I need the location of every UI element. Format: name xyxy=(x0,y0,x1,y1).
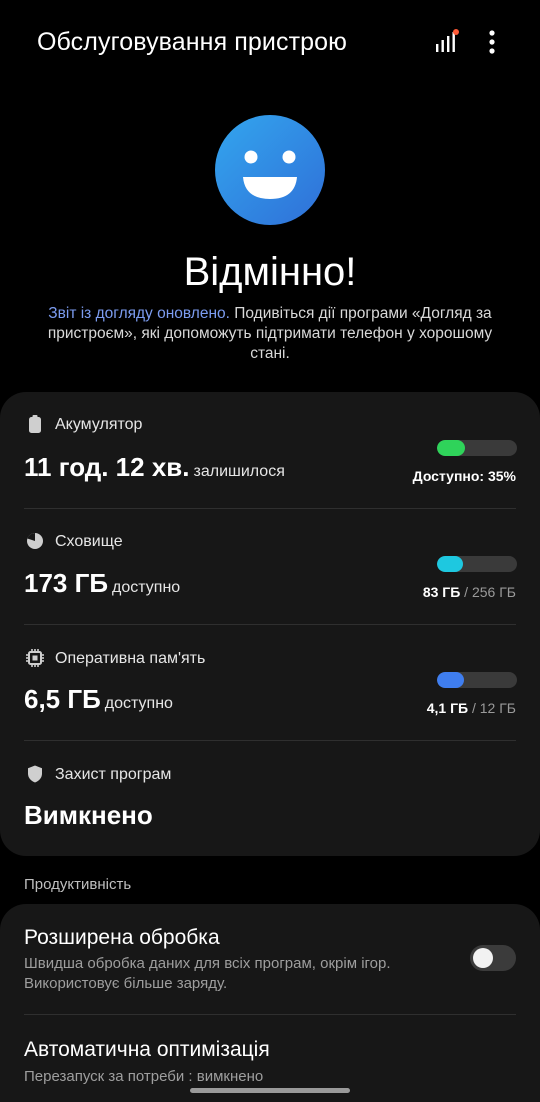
report-text: Звіт із догляду оновлено. Подивіться дії… xyxy=(40,304,500,364)
battery-bar xyxy=(437,440,517,456)
enhanced-processing-subtitle: Швидша обробка даних для всіх програм, о… xyxy=(24,955,391,992)
pie-chart-icon xyxy=(27,533,43,549)
device-care-screen: Обслуговування пристрою Відмінно! Звіт і… xyxy=(0,0,540,1102)
battery-suffix: залишилося xyxy=(193,463,285,480)
stats-button[interactable] xyxy=(426,22,466,62)
storage-free: 173 ГБ xyxy=(24,568,109,598)
memory-meta: 4,1 ГБ / 12 ГБ xyxy=(427,700,516,716)
battery-value: 11 год. 12 хв. залишилося xyxy=(24,452,285,483)
memory-chip-icon xyxy=(26,649,44,667)
stats-bars-icon xyxy=(436,29,459,52)
storage-meta: 83 ГБ / 256 ГБ xyxy=(423,584,516,600)
storage-bar xyxy=(437,556,517,572)
more-options-button[interactable] xyxy=(472,22,512,62)
app-protection-value: Вимкнено xyxy=(24,800,153,830)
more-vertical-icon xyxy=(489,30,495,54)
storage-used: 83 ГБ xyxy=(422,584,461,600)
memory-value: 6,5 ГБ доступно xyxy=(24,684,173,715)
memory-total: 12 ГБ xyxy=(479,700,516,716)
section-header-productivity: Продуктивність xyxy=(24,876,132,893)
enhanced-processing-title: Розширена обробка xyxy=(24,926,220,949)
storage-section[interactable]: Сховище 173 ГБ доступно 83 ГБ / 256 ГБ xyxy=(0,508,540,624)
memory-section[interactable]: Оперативна пам'ять 6,5 ГБ доступно 4,1 ГБ… xyxy=(0,624,540,740)
battery-time: 11 год. 12 хв. xyxy=(24,452,190,482)
storage-total: 256 ГБ xyxy=(471,584,516,600)
auto-optimization-title: Автоматична оптимізація xyxy=(24,1038,270,1061)
storage-label: Сховище xyxy=(55,533,123,550)
battery-meta: Доступно: 35% xyxy=(413,468,516,484)
gesture-navigation-bar[interactable] xyxy=(190,1088,350,1093)
enhanced-processing-item[interactable]: Розширена обробка Швидша обробка даних д… xyxy=(0,904,540,1014)
storage-value: 173 ГБ доступно xyxy=(24,568,180,599)
separator: / xyxy=(468,700,480,716)
app-protection-section[interactable]: Захист програм Вимкнено xyxy=(0,740,540,856)
battery-available: Доступно: 35% xyxy=(412,468,516,484)
storage-bar-fill xyxy=(437,556,463,572)
app-bar: Обслуговування пристрою xyxy=(0,0,540,84)
memory-free: 6,5 ГБ xyxy=(24,684,101,714)
storage-suffix: доступно xyxy=(112,579,181,596)
status-card: Акумулятор 11 год. 12 хв. залишилося Дост… xyxy=(0,392,540,856)
app-protection-label: Захист програм xyxy=(55,766,172,783)
toggle-knob xyxy=(473,948,493,968)
page-title: Обслуговування пристрою xyxy=(37,28,347,56)
enhanced-processing-toggle[interactable] xyxy=(470,945,516,971)
battery-bar-fill xyxy=(437,440,465,456)
battery-label: Акумулятор xyxy=(55,416,143,433)
memory-bar-fill xyxy=(437,672,465,688)
battery-icon xyxy=(29,415,41,433)
memory-suffix: доступно xyxy=(104,695,173,712)
battery-section[interactable]: Акумулятор 11 год. 12 хв. залишилося Дост… xyxy=(0,392,540,508)
memory-used: 4,1 ГБ xyxy=(426,700,469,716)
separator: / xyxy=(460,584,472,600)
productivity-card: Розширена обробка Швидша обробка даних д… xyxy=(0,904,540,1102)
smiley-face-icon xyxy=(215,115,325,225)
status-headline: Відмінно! xyxy=(183,250,357,294)
memory-label: Оперативна пам'ять xyxy=(55,650,206,667)
auto-optimization-subtitle: Перезапуск за потреби : вимкнено xyxy=(24,1068,264,1085)
report-link[interactable]: Звіт із догляду оновлено. xyxy=(48,305,230,322)
shield-icon xyxy=(28,765,42,783)
memory-bar xyxy=(437,672,517,688)
